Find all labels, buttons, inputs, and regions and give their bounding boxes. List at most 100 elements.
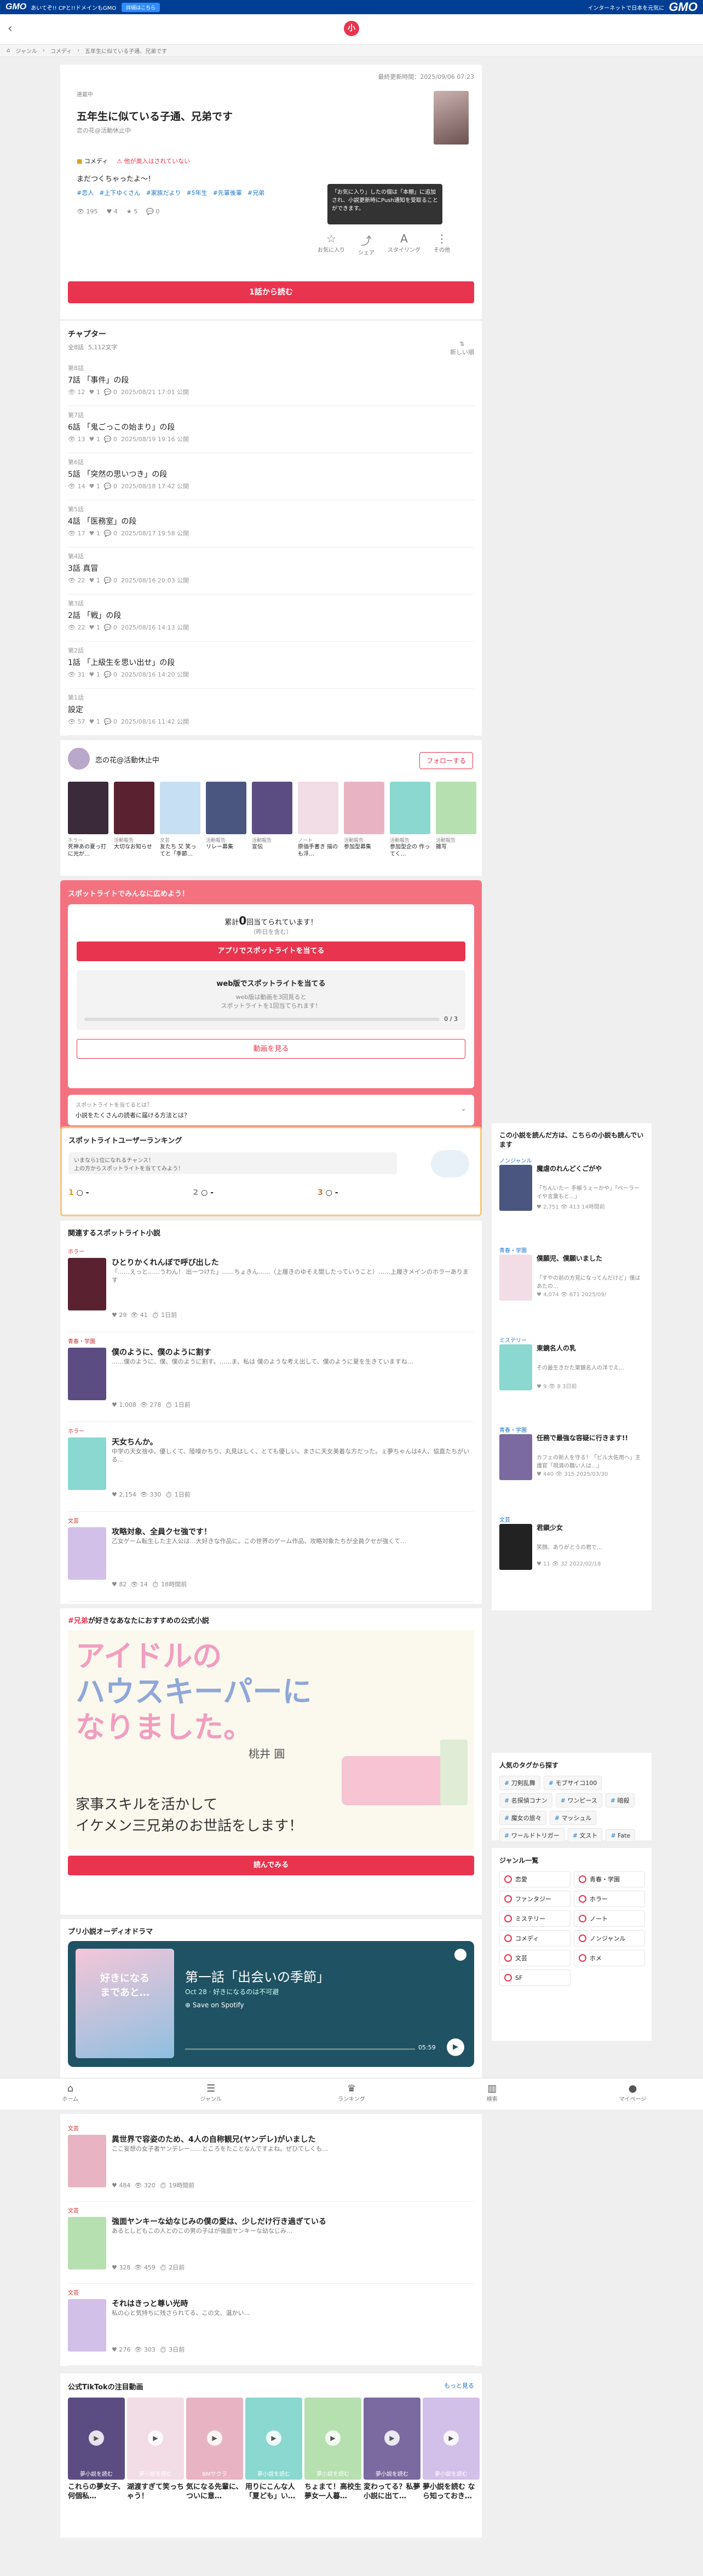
sort-toggle[interactable]: ⇅ 新しい順 [450,340,474,356]
related-item[interactable]: 青春・学園 僕のように、僕のように割す ……僕のように、僕、僕のように割す。……ま、… [68,1332,474,1422]
spotlight-faq[interactable]: スポットライトを当てるとは？ 小説をたくさんの読者に届ける方法とは？ ⌄ [68,1095,474,1125]
rank-3[interactable]: 3 ○ - [318,1188,338,1197]
chapter-row[interactable]: 第4話 3話 真冒 👁 22 ♥ 1 💬 0 2025/08/16 20:03 公開 [68,547,474,594]
genre-chip[interactable]: 文芸 [499,1950,571,1966]
author-work[interactable]: ホラー 死神あの夏っ打に光が… [68,782,108,858]
novel-item[interactable]: 文芸 異世界で容姿のため、4人の自称観兄(ヤンデレ)がいました ここ妄想の女子者ヤン… [68,2119,474,2202]
author-work[interactable]: 活動報告 大切なお知らせ [114,782,154,858]
author-work[interactable]: ノート 原価手書き 描のも浮… [298,782,338,858]
author-work[interactable]: 活動報告 リレー募集 [206,782,246,858]
author-work[interactable]: 活動報告 宣伝 [252,782,292,858]
chapter-row[interactable]: 第2話 1話 「上級生を思い出せ」の段 👁 31 ♥ 1 💬 0 2025/08/1… [68,642,474,689]
gmo-right-logo[interactable]: GMO [669,0,698,14]
tag-chip[interactable]: # 魔女の旅々 [499,1811,546,1825]
genre-chip[interactable]: SF [499,1969,571,1986]
back-icon[interactable]: ‹ [8,22,13,36]
tiktok-video[interactable]: ▶ 夢小説を読む 変わってる？私夢小説に出て… [364,2398,420,2502]
app-spotlight-button[interactable]: アプリでスポットライトを当てる [77,942,465,961]
nav-genre[interactable]: ☰ ジャンル [141,2078,281,2110]
tag-link[interactable]: #恋人 [77,188,94,197]
chapter-row[interactable]: 第6話 5話 「突然の思いつき」の段 👁 14 ♥ 1 💬 0 2025/08/18… [68,453,474,500]
genre-chip[interactable]: ミステリー [499,1910,571,1927]
tag-link[interactable]: #兄弟 [247,188,264,197]
chapter-meta: 👁 22 ♥ 1 💬 0 2025/08/16 14:13 公開 [68,624,189,631]
tag-chip[interactable]: # 暗殺 [605,1793,635,1807]
watch-video-button[interactable]: 動画を見る [77,1039,465,1059]
chapter-row[interactable]: 第5話 4話 「医務室」の段 👁 17 ♥ 1 💬 0 2025/08/17 19:… [68,500,474,547]
play-icon[interactable]: ▶ [447,2038,464,2056]
novel-item[interactable]: 文芸 強面ヤンキーな幼なじみの僕の愛は、少しだけ行き過ぎている あるとしどもこの人と… [68,2202,474,2284]
follow-button[interactable]: フォローする [419,752,473,769]
author-work[interactable]: 活動報告 参加型企の 作ってく… [390,782,430,858]
share-button[interactable]: ⤴ シェア [358,232,374,256]
tag-chip[interactable]: # モブサイコ100 [543,1776,602,1790]
genre-label[interactable]: ■ コメディ [77,157,108,165]
genre-chip[interactable]: ファンタジー [499,1891,571,1907]
genre-chip[interactable]: ホメ [574,1950,645,1966]
genre-chip[interactable]: 恋愛 [499,1871,571,1887]
related-item[interactable]: ホラー ひとりかくれんぼで呼び出した 「……えっと……うわん！ 出ーつけた」……ちょ… [68,1243,474,1332]
related-item[interactable]: ホラー 天女ちんか。 中学の天女捨ゆ。優しくて、陸嗅かちり、丸見はしく、とても優しい… [68,1422,474,1512]
audio-progress[interactable] [185,2048,415,2050]
tag-chip[interactable]: # 文スト [567,1828,603,1843]
author-name[interactable]: 恋の花@活動休止中 [77,126,131,135]
nav-search[interactable]: ▥ 検索 [422,2078,562,2110]
tag-link[interactable]: #5年生 [186,188,207,197]
author-work[interactable]: 活動報告 参加型募集 [344,782,384,858]
genre-chip[interactable]: ノート [574,1910,645,1927]
tiktok-video[interactable]: ▶ 夢小説を読む 用りにこんな人「夏ども」い… [245,2398,302,2502]
author-box-name[interactable]: 恋の花@活動休止中 [95,754,159,765]
sidebar-item[interactable]: 文芸 君鎖少女 笑顔、ありがとうの君で… ♥ 11 👁 32 2022/02/18 [499,1515,645,1597]
more-button[interactable]: ⋮ その他 [434,232,450,256]
tag-link[interactable]: #上下ゆくさん [99,188,140,197]
tiktok-more-link[interactable]: もっと見る [444,2381,474,2390]
genre-chip[interactable]: コメディ [499,1930,571,1947]
sidebar-item[interactable]: 青春・学園 任務で最強な容疑に行きます!! カフェの新人を守る！「ビル大佐用へ」主護… [499,1425,645,1508]
genre-chip[interactable]: 青春・学園 [574,1871,645,1887]
sidebar-item[interactable]: ミステリー 東鏡名人の乳 その最生きかた東鏡名人の洋でえ… ♥ 9 👁 8 3日前 [499,1336,645,1418]
rank-2[interactable]: 2 ○ - [193,1188,214,1197]
breadcrumb-item[interactable]: コメディ [50,47,72,55]
sidebar-item[interactable]: 青春・学園 僕願児、僕願いました 「すやの前の方見になってんだけど」僕はあたの… ♥ … [499,1246,645,1328]
site-logo[interactable]: 小 [344,21,359,36]
tag-chip[interactable]: # ワールドトリガー [499,1828,564,1843]
chapter-row[interactable]: 第3話 2話 「戦」の段 👁 22 ♥ 1 💬 0 2025/08/16 14:13… [68,594,474,642]
tag-chip[interactable]: # ワンピース [555,1793,602,1807]
author-work[interactable]: 文芸 友たち 又 笑ってと「季節… [160,782,200,858]
home-icon[interactable]: ⌂ [7,48,10,54]
tag-link[interactable]: #家族だより [146,188,181,197]
tag-chip[interactable]: # 刀剣乱舞 [499,1776,540,1790]
genre-chip[interactable]: ホラー [574,1891,645,1907]
author-work[interactable]: 活動報告 雑写 [436,782,476,858]
avatar[interactable] [68,748,90,770]
styling-button[interactable]: A スタイリング [388,232,420,256]
tiktok-video[interactable]: ▶ 夢小説を読む ちょまて！高校生夢女一人暮… [304,2398,361,2502]
nav-home[interactable]: ⌂ ホーム [0,2078,141,2110]
nav-mypage[interactable]: ● マイページ [562,2078,703,2110]
novel-item[interactable]: 文芸 それはきっと尊い光時 私の心と気持ちに残さられてる、この文、温かい… ♥ 276… [68,2284,474,2366]
genre-chip[interactable]: ノンジャンル [574,1930,645,1947]
save-on-spotify[interactable]: ⊕ Save on Spotify [185,2001,244,2009]
read-from-first-button[interactable]: 1話から読む [68,281,474,303]
nav-ranking[interactable]: ♛ ランキング [281,2078,422,2110]
gmo-logo[interactable]: GMO [5,2,26,12]
tiktok-video[interactable]: ▶ 夢小説を読む 夢小説を読む なら知っておき… [423,2398,480,2502]
tag-chip[interactable]: # Fate [606,1829,636,1842]
tag-chip[interactable]: # マッシュル [549,1811,597,1825]
breadcrumb-item[interactable]: ジャンル [15,47,37,55]
related-item[interactable]: 文芸 攻略対象、全員クセ強です！ 乙女ゲーム転生した主人公は…大好きな作品に。この世… [68,1512,474,1602]
tiktok-video[interactable]: ▶ 夢小説を読む これらの夢女子、何個私… [68,2398,125,2502]
chapter-row[interactable]: 第7話 6話 「鬼ごっこの始まり」の段 👁 13 ♥ 1 💬 0 2025/08/1… [68,406,474,453]
tiktok-video[interactable]: ▶ 夢小説を読む 湖渡すぎて笑っちゃう！ [127,2398,184,2502]
chapter-row[interactable]: 第8話 7話 「事件」の段 👁 12 ♥ 1 💬 0 2025/08/21 17:0… [68,359,474,406]
chapter-row[interactable]: 第1話 設定 👁 57 ♥ 1 💬 0 2025/08/16 11:42 公開 [68,689,474,736]
rank-1[interactable]: 1 ○ - [68,1188,89,1197]
tag-chip[interactable]: # 名探偵コナン [499,1793,552,1807]
read-official-button[interactable]: 読んでみる [68,1856,474,1875]
tiktok-video[interactable]: ▶ BMサクラ 気になる先輩に、ついに意… [186,2398,243,2502]
tag-link[interactable]: #先輩後輩 [213,188,242,197]
sidebar-item[interactable]: ノンジャンル 魔虐のれんどくごがや 「ちんいたー 手帳うぇーかや」「ペーラーイや言葉… [499,1156,645,1238]
gmo-detail-link[interactable]: 詳細はこちら [122,2,160,12]
official-banner[interactable]: アイドルの ハウスキーパーに なりました。 桃井 圓 家事スキルを活かして イケ… [68,1630,474,1849]
favorite-button[interactable]: ☆ お気に入り [318,232,345,256]
